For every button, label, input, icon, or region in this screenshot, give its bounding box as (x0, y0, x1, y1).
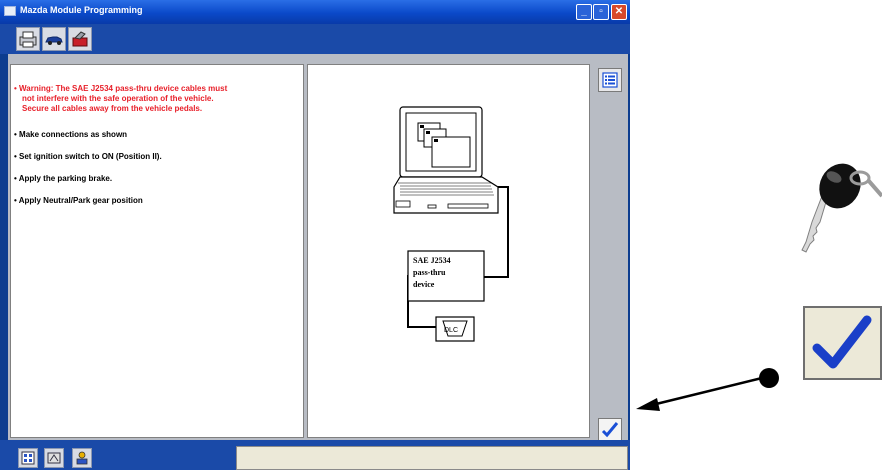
instruction-step: • Apply Neutral/Park gear position (14, 196, 143, 205)
window-title: Mazda Module Programming (20, 5, 143, 15)
warning-text: • Warning: The SAE J2534 pass-thru devic… (14, 84, 286, 114)
layout-icon (21, 451, 35, 465)
zoomed-confirm-button (803, 306, 882, 380)
status-field (236, 446, 628, 470)
tab-toolbox[interactable] (68, 27, 92, 51)
list-button[interactable] (598, 68, 622, 92)
connection-diagram (393, 106, 509, 342)
bottom-tab-module[interactable] (44, 448, 64, 468)
title-bar[interactable]: Mazda Module Programming _ ▫ ✕ (0, 0, 630, 24)
checkmark-icon (812, 315, 872, 369)
maximize-button[interactable]: ▫ (593, 4, 609, 20)
close-button[interactable]: ✕ (611, 4, 627, 20)
warning-line: • Warning: The SAE J2534 pass-thru devic… (14, 84, 228, 93)
dlc-label: DLC (444, 327, 459, 334)
app-window: Mazda Module Programming _ ▫ ✕ • Warning… (0, 0, 630, 470)
car-icon (45, 36, 63, 45)
tab-vehicle[interactable] (42, 27, 66, 51)
toolbox-icon (72, 31, 88, 47)
device-label: pass-thru (413, 268, 446, 277)
instruction-step: • Set ignition switch to ON (Position II… (14, 152, 162, 161)
instructions-panel (10, 64, 304, 438)
printer-icon (19, 31, 37, 48)
pointer-arrow (636, 368, 779, 411)
app-icon (4, 6, 16, 16)
tab-printer[interactable] (16, 27, 40, 51)
bottom-tab-user[interactable] (72, 448, 92, 468)
warning-line: not interfere with the safe operation of… (22, 94, 214, 103)
device-label: SAE J2534 (413, 256, 451, 265)
ignition-key-icon (801, 163, 882, 253)
warning-line: Secure all cables away from the vehicle … (22, 104, 203, 113)
toolbar (0, 24, 630, 54)
laptop-icon (393, 106, 499, 214)
list-icon (602, 72, 618, 88)
diagram-panel (307, 64, 590, 438)
minimize-button[interactable]: _ (576, 4, 592, 20)
bottom-tab-layout[interactable] (18, 448, 38, 468)
instruction-step: • Apply the parking brake. (14, 174, 113, 183)
user-computer-icon (76, 451, 88, 465)
module-icon (47, 452, 61, 464)
confirm-button[interactable] (598, 418, 622, 442)
instruction-step: • Make connections as shown (14, 130, 128, 139)
device-label: device (413, 280, 435, 289)
checkmark-icon (601, 422, 619, 438)
